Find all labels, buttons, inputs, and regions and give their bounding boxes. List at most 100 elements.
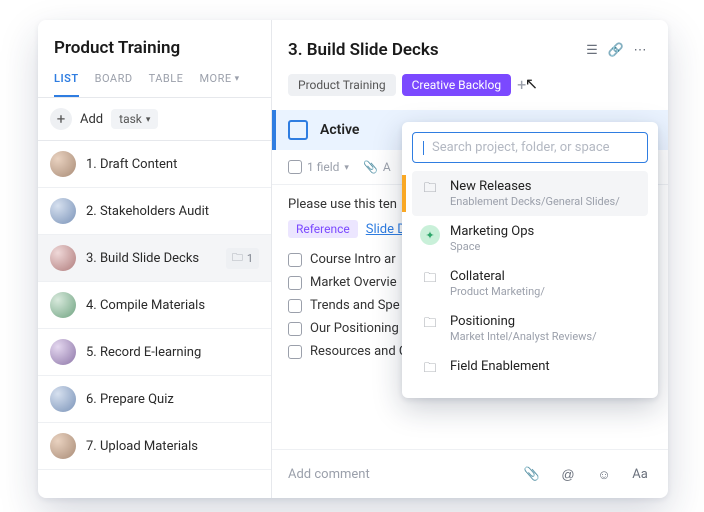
task-label: 7. Upload Materials <box>86 439 259 454</box>
add-tag-button[interactable]: + ↖ <box>517 77 526 93</box>
dropdown-item[interactable]: 🗀 Field Enablement <box>412 351 648 388</box>
task-label: 2. Stakeholders Audit <box>86 204 259 219</box>
folder-icon: 🗀 <box>420 270 440 290</box>
detail-title: 3. Build Slide Decks <box>288 40 580 60</box>
cursor-icon: ↖ <box>525 77 538 93</box>
task-list: 1. Draft Content 2. Stakeholders Audit 3… <box>38 141 271 498</box>
status-label: Active <box>320 122 359 138</box>
checkbox-icon[interactable] <box>288 253 302 267</box>
paperclip-icon[interactable]: 📎 <box>520 462 544 486</box>
dropdown-item-subtitle: Enablement Decks/General Slides/ <box>450 195 620 208</box>
attach-label: A <box>383 160 391 174</box>
checkbox-icon[interactable] <box>288 322 302 336</box>
task-item[interactable]: 1. Draft Content <box>38 141 271 188</box>
search-input[interactable]: Search project, folder, or space <box>412 132 648 163</box>
checkbox-icon <box>288 160 302 174</box>
checklist-label: Course Intro ar <box>310 252 396 267</box>
task-item[interactable]: 2. Stakeholders Audit <box>38 188 271 235</box>
add-task-row[interactable]: + Add task ▾ <box>38 98 271 141</box>
tab-table[interactable]: TABLE <box>149 72 184 97</box>
task-label: 3. Build Slide Decks <box>86 251 216 266</box>
task-item[interactable]: 4. Compile Materials <box>38 282 271 329</box>
app-window: Product Training LIST BOARD TABLE MORE ▾… <box>38 20 668 498</box>
folder-count-badge: 🗀 1 <box>226 248 259 269</box>
link-icon[interactable]: 🔗 <box>604 38 628 62</box>
dropdown-item-subtitle: Product Marketing/ <box>450 285 545 298</box>
tab-more-label: MORE <box>199 72 231 85</box>
status-checkbox[interactable] <box>288 120 308 140</box>
tab-list[interactable]: LIST <box>54 72 79 97</box>
avatar <box>50 292 76 318</box>
attachment-button[interactable]: 📎 A <box>363 160 391 174</box>
tag-product-training[interactable]: Product Training <box>288 74 396 96</box>
tab-board[interactable]: BOARD <box>95 72 133 97</box>
dropdown-item-title: Positioning <box>450 314 597 329</box>
chevron-down-icon: ▾ <box>235 73 240 84</box>
task-type-pill[interactable]: task ▾ <box>111 109 158 129</box>
folder-icon: 🗀 <box>420 315 440 335</box>
search-placeholder: Search project, folder, or space <box>432 140 610 155</box>
dropdown-item[interactable]: ✦ Marketing Ops Space <box>412 216 648 261</box>
checklist-label: Trends and Spe <box>310 298 400 313</box>
task-label: 5. Record E-learning <box>86 345 259 360</box>
dropdown-item-title: Marketing Ops <box>450 224 534 239</box>
dropdown-item-title: New Releases <box>450 179 620 194</box>
tag-creative-backlog[interactable]: Creative Backlog <box>402 74 511 96</box>
checkbox-icon[interactable] <box>288 299 302 313</box>
reference-link[interactable]: Slide D <box>366 222 406 237</box>
location-picker-dropdown: Search project, folder, or space 🗀 New R… <box>402 122 658 398</box>
task-label: 1. Draft Content <box>86 157 259 172</box>
task-item[interactable]: 5. Record E-learning <box>38 329 271 376</box>
folder-icon: 🗀 <box>232 249 243 268</box>
folder-count: 1 <box>247 252 253 265</box>
space-icon: ✦ <box>420 225 440 245</box>
dropdown-item-title: Collateral <box>450 269 545 284</box>
field-count-label: 1 field <box>307 160 339 174</box>
avatar <box>50 433 76 459</box>
comment-bar: Add comment 📎 @ ☺ Aa <box>272 449 668 498</box>
rss-icon[interactable]: ☰ <box>580 38 604 62</box>
more-icon[interactable]: ⋯ <box>628 38 652 62</box>
avatar <box>50 151 76 177</box>
task-label: 6. Prepare Quiz <box>86 392 259 407</box>
folder-icon: 🗀 <box>420 360 440 380</box>
field-count[interactable]: 1 field ▾ <box>288 160 349 174</box>
dropdown-item-subtitle: Market Intel/Analyst Reviews/ <box>450 330 597 343</box>
checkbox-icon[interactable] <box>288 276 302 290</box>
avatar <box>50 339 76 365</box>
view-tabs: LIST BOARD TABLE MORE ▾ <box>38 72 271 98</box>
sidebar: Product Training LIST BOARD TABLE MORE ▾… <box>38 20 272 498</box>
dropdown-item[interactable]: 🗀 Positioning Market Intel/Analyst Revie… <box>412 306 648 351</box>
tags-row: Product Training Creative Backlog + ↖ <box>288 74 652 96</box>
checklist-label: Market Overvie <box>310 275 397 290</box>
dropdown-item-subtitle: Space <box>450 240 534 253</box>
task-item-selected[interactable]: 3. Build Slide Decks 🗀 1 <box>38 235 271 282</box>
chevron-down-icon: ▾ <box>146 114 151 125</box>
sidebar-title: Product Training <box>54 38 255 58</box>
avatar <box>50 386 76 412</box>
checklist-label: Our Positioning <box>310 321 399 336</box>
dropdown-item-title: Field Enablement <box>450 359 550 374</box>
avatar <box>50 198 76 224</box>
dropdown-item[interactable]: 🗀 New Releases Enablement Decks/General … <box>412 171 648 216</box>
checkbox-icon[interactable] <box>288 345 302 359</box>
avatar <box>50 245 76 271</box>
task-label: 4. Compile Materials <box>86 298 259 313</box>
task-item[interactable]: 7. Upload Materials <box>38 423 271 470</box>
add-label: Add <box>80 112 103 127</box>
tab-more[interactable]: MORE ▾ <box>199 72 239 97</box>
task-item[interactable]: 6. Prepare Quiz <box>38 376 271 423</box>
format-icon[interactable]: Aa <box>628 462 652 486</box>
emoji-icon[interactable]: ☺ <box>592 462 616 486</box>
dropdown-list: 🗀 New Releases Enablement Decks/General … <box>412 171 648 388</box>
reference-pill[interactable]: Reference <box>288 220 358 238</box>
comment-input[interactable]: Add comment <box>288 467 508 482</box>
folder-icon: 🗀 <box>420 180 440 200</box>
dropdown-item[interactable]: 🗀 Collateral Product Marketing/ <box>412 261 648 306</box>
detail-pane: 3. Build Slide Decks ☰ 🔗 ⋯ Product Train… <box>272 20 668 498</box>
task-pill-label: task <box>119 112 142 126</box>
mention-icon[interactable]: @ <box>556 462 580 486</box>
plus-icon: + <box>50 108 72 130</box>
text-caret <box>423 141 424 155</box>
chevron-down-icon: ▾ <box>344 162 349 173</box>
